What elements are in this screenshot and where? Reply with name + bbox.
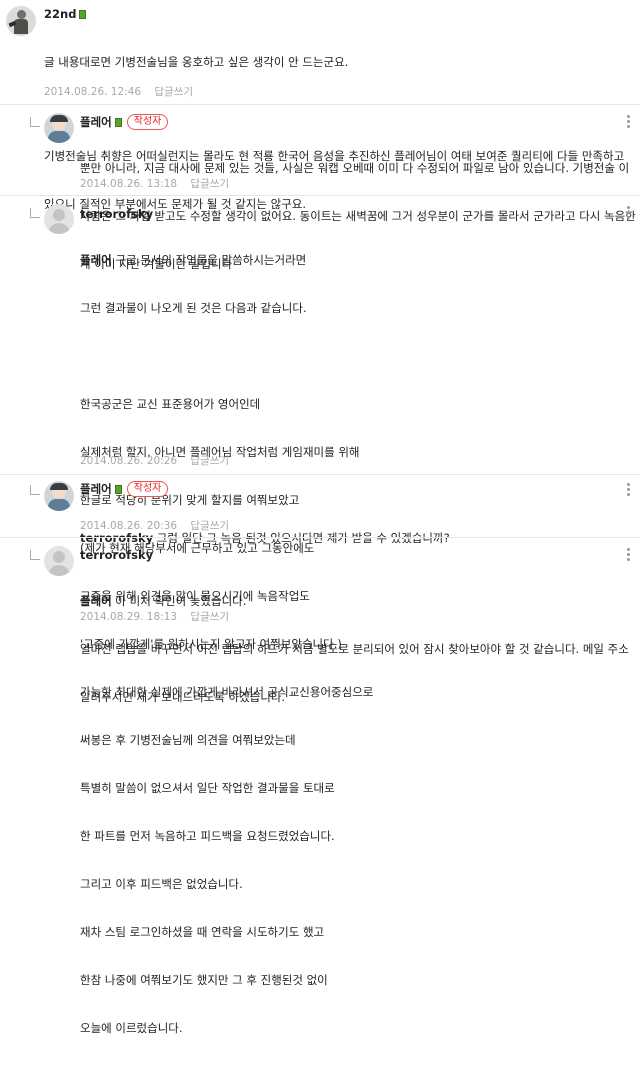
avatar[interactable]: [44, 204, 74, 234]
more-options-icon[interactable]: [627, 206, 630, 219]
author-name[interactable]: terrorofsky: [80, 548, 153, 562]
avatar[interactable]: [44, 113, 74, 143]
comment-22nd: 22nd 글 내용대로면 기병전술님을 옹호하고 싶은 생각이 안 드는군요. …: [0, 0, 640, 211]
reply-arrow-icon: [30, 208, 40, 218]
comment-reply-flare-2: 플레어 작성자 terrorofsky 그럼 일단 그 녹음 된것 있으시다면 …: [0, 474, 640, 545]
more-options-icon[interactable]: [627, 483, 630, 496]
comment-date: 2014.08.29. 18:13: [80, 611, 178, 623]
avatar[interactable]: [44, 481, 74, 511]
comment-meta: 2014.08.26. 20:36 답글쓰기: [80, 518, 229, 533]
reply-button[interactable]: 답글쓰기: [190, 611, 229, 623]
mention-link[interactable]: 플레어: [80, 594, 112, 608]
comment-meta: 2014.08.26. 13:18 답글쓰기: [80, 176, 229, 191]
comment-meta: 2014.08.29. 18:13 답글쓰기: [80, 609, 229, 624]
avatar[interactable]: [44, 546, 74, 576]
member-level-icon: [114, 484, 122, 494]
comment-date: 2014.08.26. 13:18: [80, 178, 178, 190]
comment-meta: 2014.08.26. 20:26 답글쓰기: [80, 453, 229, 468]
reply-arrow-icon: [30, 550, 40, 560]
author-name[interactable]: 22nd: [44, 7, 76, 21]
comment-meta: 2014.08.26. 12:46 답글쓰기: [44, 84, 193, 99]
reply-button[interactable]: 답글쓰기: [190, 520, 229, 532]
comment-date: 2014.08.26. 20:36: [80, 520, 178, 532]
reply-arrow-icon: [30, 117, 40, 127]
reply-button[interactable]: 답글쓰기: [190, 455, 229, 467]
member-level-icon: [79, 9, 87, 19]
reply-button[interactable]: 답글쓰기: [190, 178, 229, 190]
author-name[interactable]: terrorofsky: [80, 207, 153, 221]
more-options-icon[interactable]: [627, 548, 630, 561]
comment-reply-flare-1: 플레어 작성자 뿐만 아니라, 지금 대사에 문제 있는 것들, 사실은 워캡 …: [0, 104, 640, 271]
comment-date: 2014.08.26. 12:46: [44, 86, 142, 98]
author-badge: 작성자: [126, 481, 169, 497]
reply-button[interactable]: 답글쓰기: [154, 86, 193, 98]
avatar[interactable]: [6, 6, 36, 36]
comment-reply-terrorofsky-2: terrorofsky 플레어 아 미처 확인이 늦었습니다. 얼마전 랩탑을 …: [0, 537, 640, 704]
comment-body: 플레어 아 미처 확인이 늦었습니다. 얼마전 랩탑을 바꾸면서 이전 랩탑의 …: [80, 594, 629, 704]
more-options-icon[interactable]: [627, 115, 630, 128]
comment-date: 2014.08.26. 20:26: [80, 455, 178, 467]
mention-link[interactable]: 플레어: [80, 253, 112, 267]
author-name[interactable]: 플레어: [80, 481, 112, 497]
member-level-icon: [114, 117, 122, 127]
reply-arrow-icon: [30, 485, 40, 495]
comment-reply-terrorofsky-1: terrorofsky 플레어 구글 문서의 작업물을 말씀하시는거라면 그런 …: [0, 195, 640, 1035]
